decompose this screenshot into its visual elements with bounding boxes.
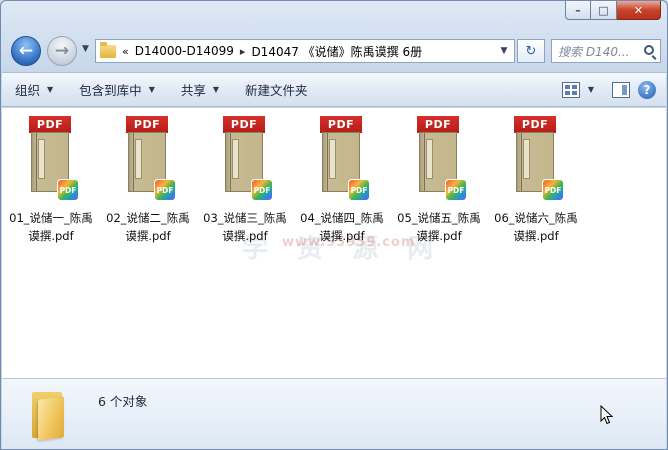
pdf-file-icon: PDF PDF [124,116,176,201]
pdf-file-icon: PDF PDF [221,116,273,201]
mouse-cursor-icon [600,405,614,425]
new-folder-button[interactable]: 新建文件夹 [232,78,321,102]
file-name: 04_说储四_陈禹 谟撰.pdf [292,209,392,245]
file-name-line: 谟撰.pdf [416,229,462,243]
search-icon[interactable] [644,45,654,55]
caption-buttons: – □ ✕ [565,1,661,20]
file-item[interactable]: PDF PDF 02_说储二_陈禹 谟撰.pdf [101,115,195,245]
chevron-down-icon: ▼ [148,85,155,94]
back-button[interactable]: ← [11,36,41,66]
folder-icon [100,41,116,58]
file-item[interactable]: PDF PDF 04_说储四_陈禹 谟撰.pdf [295,115,389,245]
file-name: 01_说储一_陈禹 谟撰.pdf [1,209,101,245]
address-bar[interactable]: « D14000-D14099 ▸ D14047 《说储》陈禹谟撰 6册 ▼ [95,39,515,63]
file-list: 学 资 源 网 www.95959.com PDF PDF 01_说储一_陈禹 … [2,108,666,378]
pdf-app-badge-icon: PDF [251,179,273,201]
pdf-banner: PDF [29,116,71,133]
pdf-app-badge-icon: PDF [348,179,370,201]
minimize-button[interactable]: – [565,1,591,20]
chevron-down-icon: ▼ [47,85,54,94]
share-label: 共享 [180,83,206,98]
file-item[interactable]: PDF PDF 06_说储六_陈禹 谟撰.pdf [489,115,583,245]
new-folder-label: 新建文件夹 [245,83,308,98]
file-name: 05_说储五_陈禹 谟撰.pdf [389,209,489,245]
file-name: 06_说储六_陈禹 谟撰.pdf [486,209,586,245]
file-name: 02_说储二_陈禹 谟撰.pdf [98,209,198,245]
file-name-line: 06_说储六_陈禹 [494,211,578,225]
address-dropdown-icon[interactable]: ▼ [494,40,514,62]
file-name-line: 02_说储二_陈禹 [106,211,190,225]
explorer-window: – □ ✕ ← → ▼ « D14000-D14099 ▸ D14047 《说储… [0,0,668,450]
pdf-file-icon: PDF PDF [512,116,564,201]
share-menu[interactable]: 共享 ▼ [168,78,232,102]
pdf-banner: PDF [417,116,459,133]
toolbar-right-group: ▼ ? [561,80,666,99]
organize-menu[interactable]: 组织 ▼ [2,78,66,102]
file-item[interactable]: PDF PDF 03_说储三_陈禹 谟撰.pdf [198,115,292,245]
pdf-file-icon: PDF PDF [318,116,370,201]
include-in-library-menu[interactable]: 包含到库中 ▼ [66,78,168,102]
file-name-line: 谟撰.pdf [222,229,268,243]
chevron-down-icon: ▼ [212,85,220,94]
pdf-app-badge-icon: PDF [445,179,467,201]
folder-icon [32,388,66,441]
navigation-bar: ← → ▼ « D14000-D14099 ▸ D14047 《说储》陈禹谟撰 … [9,35,661,67]
change-view-icon[interactable] [561,81,580,98]
file-name-line: 01_说储一_陈禹 [9,211,93,225]
item-count: 6 个对象 [98,394,148,409]
file-name-line: 03_说储三_陈禹 [203,211,287,225]
breadcrumb-parent[interactable]: D14000-D14099 [135,44,234,58]
file-name-line: 05_说储五_陈禹 [397,211,481,225]
file-name-line: 谟撰.pdf [28,229,74,243]
file-name-line: 谟撰.pdf [513,229,559,243]
recent-pages-dropdown-icon[interactable]: ▼ [82,44,89,54]
file-item[interactable]: PDF PDF 05_说储五_陈禹 谟撰.pdf [392,115,486,245]
pdf-app-badge-icon: PDF [542,179,564,201]
breadcrumb-current[interactable]: D14047 《说储》陈禹谟撰 6册 [251,43,422,60]
file-name-line: 谟撰.pdf [319,229,365,243]
overflow-chevron-icon[interactable]: « [122,45,129,58]
command-bar: 组织 ▼ 包含到库中 ▼ 共享 ▼ 新建文件夹 ▼ ? [2,72,666,107]
pdf-app-badge-icon: PDF [57,179,79,201]
pdf-file-icon: PDF PDF [415,116,467,201]
close-button[interactable]: ✕ [617,1,661,20]
preview-pane-icon[interactable] [612,81,630,98]
search-placeholder: 搜索 D140... [558,44,630,59]
pdf-banner: PDF [514,116,556,133]
pdf-app-badge-icon: PDF [154,179,176,201]
help-icon[interactable]: ? [638,80,656,99]
forward-button[interactable]: → [47,36,77,66]
file-name-line: 04_说储四_陈禹 [300,211,384,225]
refresh-button[interactable]: ↻ [517,39,545,63]
file-item[interactable]: PDF PDF 01_说储一_陈禹 谟撰.pdf [4,115,98,245]
file-name-line: 谟撰.pdf [125,229,171,243]
pdf-banner: PDF [126,116,168,133]
search-input[interactable]: 搜索 D140... [551,39,661,63]
pdf-banner: PDF [223,116,265,133]
organize-label: 组织 [15,83,41,98]
breadcrumb-separator-icon[interactable]: ▸ [240,45,246,58]
pdf-banner: PDF [320,116,362,133]
include-in-library-label: 包含到库中 [79,83,142,98]
maximize-button[interactable]: □ [591,1,617,20]
pdf-file-icon: PDF PDF [27,116,79,201]
file-name: 03_说储三_陈禹 谟撰.pdf [195,209,295,245]
details-pane: 6 个对象 [2,378,666,449]
view-options-dropdown-icon[interactable]: ▼ [588,85,594,94]
